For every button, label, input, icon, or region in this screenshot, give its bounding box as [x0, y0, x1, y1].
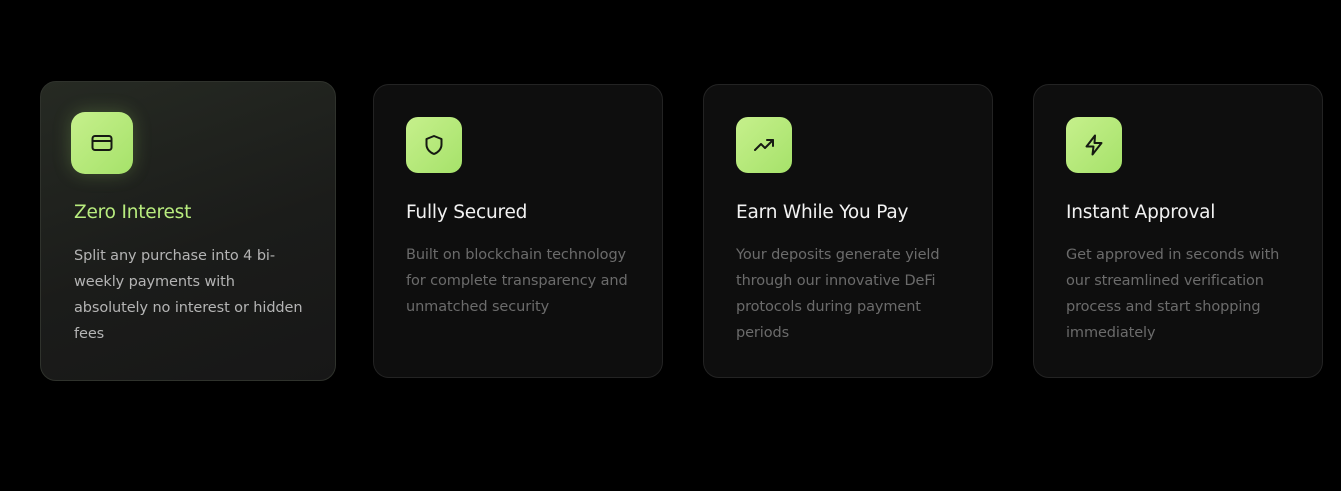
feature-title: Zero Interest: [74, 202, 192, 223]
feature-description: Get approved in seconds with our streaml…: [1066, 247, 1280, 341]
icon-tile: [71, 112, 133, 174]
feature-description: Split any purchase into 4 bi-weekly paym…: [74, 248, 303, 342]
feature-card-fully-secured[interactable]: Fully Secured Built on blockchain techno…: [373, 84, 663, 378]
credit-card-icon: [91, 135, 113, 151]
feature-title: Fully Secured: [406, 202, 528, 223]
trending-up-icon: [754, 139, 774, 151]
feature-card-earn-while-you-pay[interactable]: Earn While You Pay Your deposits generat…: [703, 84, 993, 378]
feature-title: Instant Approval: [1066, 202, 1216, 223]
lightning-bolt-icon: [1085, 134, 1103, 156]
icon-tile: [406, 117, 462, 173]
feature-description: Built on blockchain technology for compl…: [406, 247, 628, 315]
feature-card-instant-approval[interactable]: Instant Approval Get approved in seconds…: [1033, 84, 1323, 378]
icon-tile: [736, 117, 792, 173]
icon-tile: [1066, 117, 1122, 173]
shield-icon: [425, 135, 443, 155]
feature-card-zero-interest[interactable]: Zero Interest Split any purchase into 4 …: [40, 81, 336, 381]
feature-description: Your deposits generate yield through our…: [736, 247, 940, 341]
features-section: Zero Interest Split any purchase into 4 …: [0, 0, 1341, 491]
feature-title: Earn While You Pay: [736, 202, 909, 223]
